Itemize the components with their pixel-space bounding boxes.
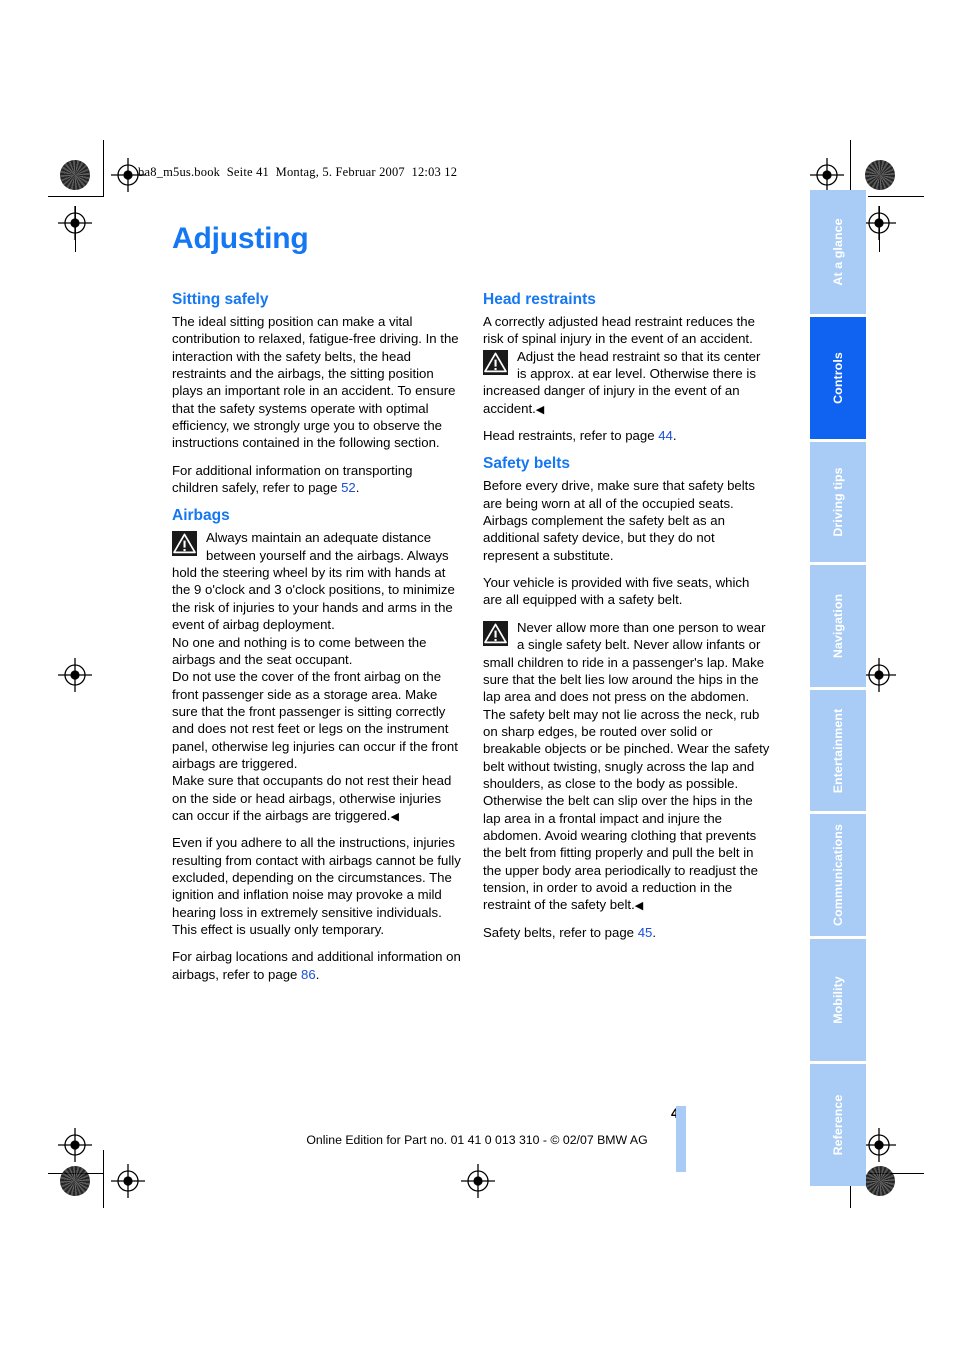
page-number: 41 [0,1106,686,1121]
warning-block-safety-belts: Never allow more than one person to wear… [483,619,772,914]
warning-paragraph-2: No one and nothing is to come between th… [172,634,427,667]
head-restraints-ref-text: Head restraints, refer to page [483,428,659,444]
warning-triangle-icon [483,349,508,375]
paragraph-safety-belts-2: Your vehicle is provided with five seats… [483,575,750,608]
warning-end-mark-icon: ◀ [535,403,545,416]
paragraph-safety-belts-1: Before every drive, make sure that safet… [483,478,755,563]
warning-triangle-icon [483,620,508,646]
paragraph-safety-belts-ref: Safety belts, refer to page 45. [483,924,772,941]
page-title: Adjusting [172,222,309,255]
paragraph-head-restraints-ref: Head restraints, refer to page 44. [483,427,772,444]
manual-page: Adjusting Sitting safely The ideal sitti… [0,0,954,1351]
footer-copyright: Online Edition for Part no. 01 41 0 013 … [306,1133,648,1147]
section-heading-safety-belts: Safety belts [483,455,571,473]
warning-block-head-restraints: Adjust the head restraint so that its ce… [483,348,772,417]
warning-end-mark-icon: ◀ [390,810,399,823]
intro-2-period: . [355,480,360,496]
head-restraints-ref-period: . [672,428,677,444]
warning-paragraph-safety-belts: Never allow more than one person to wear… [483,619,772,914]
warning-paragraph-4-text: Make sure that occupants do not rest the… [172,773,452,823]
chapter-tab-label: Entertainment [831,708,845,793]
chapter-tab-label: At a glance [831,218,845,286]
left-column: Sitting safely The ideal sitting positio… [172,290,461,993]
page-reference-86[interactable]: 86 [301,967,316,982]
chapter-tab-label: Communications [831,824,845,926]
airbags-ref-period: . [315,966,320,982]
chapter-tab-communications[interactable]: Communications [810,814,866,936]
chapter-tab-reference[interactable]: Reference [810,1064,866,1186]
safety-belts-ref-text: Safety belts, refer to page [483,924,638,940]
page-reference-44[interactable]: 44 [658,428,673,443]
warning-paragraph-1: Always maintain an adequate distance bet… [172,530,455,633]
warning-triangle-icon [172,531,197,557]
section-heading-head-restraints: Head restraints [483,291,596,308]
paragraph-head-restraints-1: A correctly adjusted head restraint redu… [483,314,755,347]
chapter-tab-strip: At a glance Controls Driving tips Navigatio… [810,190,866,1189]
section-heading-sitting-safely: Sitting safely [172,291,269,308]
chapter-tab-driving-tips[interactable]: Driving tips [810,442,866,562]
chapter-tab-navigation[interactable]: Navigation [810,565,866,687]
warning-block-airbags: Always maintain an adequate distance bet… [172,529,461,824]
chapter-tab-controls[interactable]: Controls [810,317,866,439]
warning-safety-belts-text: Never allow more than one person to wear… [483,619,770,913]
chapter-tab-label: Navigation [831,593,845,659]
warning-head-restraints-text: Adjust the head restraint so that its ce… [483,348,761,416]
warning-paragraph-head-restraints: Adjust the head restraint so that its ce… [483,348,772,417]
chapter-tab-label: Driving tips [831,467,845,537]
chapter-tab-label: Mobility [831,976,845,1024]
right-column: Head restraints A correctly adjusted hea… [483,290,772,951]
warning-paragraph-4: Make sure that occupants do not rest the… [172,772,461,824]
safety-belts-ref-period: . [652,924,657,940]
page-reference-45[interactable]: 45 [638,925,653,940]
paragraph-airbags-body-1: Even if you adhere to all the instructio… [172,835,461,937]
warning-paragraph-3: Do not use the cover of the front airbag… [172,669,458,771]
paragraph-intro-1: The ideal sitting position can make a vi… [172,314,459,451]
chapter-tab-mobility[interactable]: Mobility [810,939,866,1061]
chapter-tab-label: Controls [831,352,845,404]
paragraph-intro-2: For additional information on transporti… [172,462,461,497]
paragraph-airbags-body-2: For airbag locations and additional info… [172,948,461,983]
section-heading-airbags: Airbags [172,507,230,525]
chapter-tab-entertainment[interactable]: Entertainment [810,690,866,811]
intro-2-text: For additional information on transporti… [172,462,413,496]
page-reference-52[interactable]: 52 [341,480,356,495]
warning-end-mark-icon: ◀ [634,900,644,913]
chapter-tab-at-a-glance[interactable]: At a glance [810,190,866,314]
